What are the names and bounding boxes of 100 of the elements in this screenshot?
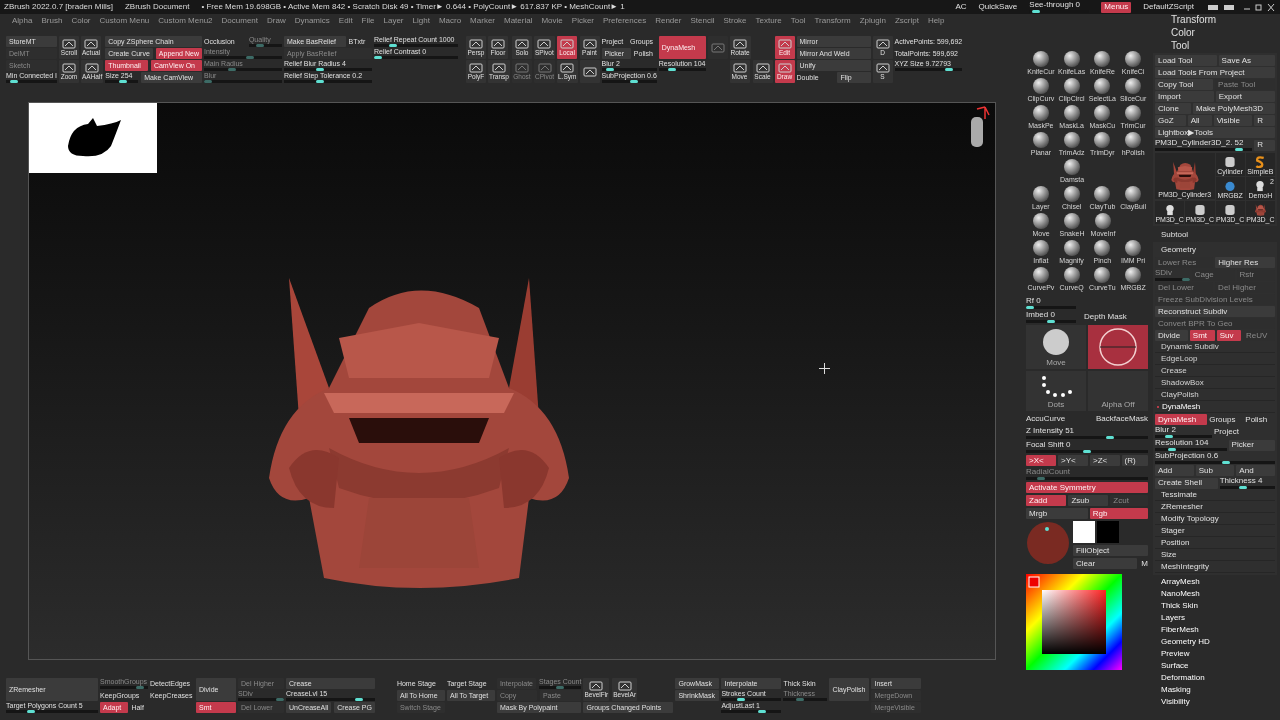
toolbar-button[interactable]: Clone (1155, 103, 1191, 114)
subpalette-header[interactable]: NanoMesh (1153, 588, 1277, 599)
subpalette-header[interactable]: Preview (1153, 648, 1277, 659)
toolbar-button[interactable]: Picker (1228, 439, 1275, 451)
subpalette-header[interactable]: ZRemesher (1155, 502, 1275, 513)
menu-item[interactable]: Help (927, 15, 945, 27)
toolbar-button[interactable]: Activate Symmetry (1026, 482, 1148, 493)
viewport[interactable] (28, 102, 996, 660)
toolbar-button[interactable]: Smt (1189, 330, 1215, 341)
slider-thumb[interactable] (1164, 435, 1173, 438)
window-controls-icon[interactable] (1206, 2, 1276, 12)
menu-item[interactable]: Tool (790, 15, 806, 27)
subpalette-header[interactable]: DynaMesh (1155, 402, 1275, 413)
subpalette-header[interactable]: FiberMesh (1153, 624, 1277, 635)
menu-item[interactable]: Stencil (690, 15, 715, 27)
slider-thumb[interactable] (354, 698, 363, 701)
subpalette-header[interactable]: ClayPolish (1155, 390, 1275, 401)
palette-header[interactable]: Color (1153, 27, 1277, 39)
menu-item[interactable]: Draw (267, 15, 286, 27)
fill-object-button[interactable]: FillObject (1073, 545, 1148, 556)
menu-item[interactable]: Stroke (723, 15, 747, 27)
menu-item[interactable]: Picker (571, 15, 595, 27)
depth-mask-tile[interactable] (1088, 325, 1148, 369)
subpalette-header[interactable]: ArrayMesh (1153, 576, 1277, 587)
subpalette-header[interactable]: Masking (1153, 684, 1277, 695)
tool-tile[interactable] (579, 60, 600, 83)
brush-tile[interactable]: Move (1026, 325, 1086, 369)
subpalette-header[interactable]: Layers (1153, 612, 1277, 623)
menu-item[interactable]: Color (71, 15, 91, 27)
menu-item[interactable]: Macro (438, 15, 462, 27)
toolbar-button[interactable]: And (1236, 465, 1275, 476)
toolbar-button[interactable]: Zadd (1026, 495, 1067, 506)
toolbar-button[interactable]: Higher Res (1215, 257, 1275, 268)
toolbar-button[interactable]: >Z< (1090, 455, 1120, 466)
slider-thumb[interactable] (119, 80, 127, 83)
menu-item[interactable]: Alpha (12, 15, 33, 27)
slider-thumb[interactable] (373, 56, 382, 59)
toolbar-button[interactable]: Create Shell (1155, 477, 1218, 489)
slider-thumb[interactable] (389, 44, 398, 47)
subpalette-header[interactable]: Crease (1155, 366, 1275, 377)
alpha-tile[interactable]: Alpha Off (1088, 371, 1148, 411)
toolbar-button[interactable]: Rgb (1089, 508, 1148, 519)
slider-thumb[interactable] (315, 80, 324, 83)
slider-thumb[interactable] (1026, 306, 1034, 309)
menu-item[interactable]: Render (655, 15, 682, 27)
subpalette-header[interactable]: Thick Skin (1153, 600, 1277, 611)
subpalette-header[interactable]: Position (1155, 538, 1275, 549)
menu-item[interactable]: Brush (41, 15, 63, 27)
menu-item[interactable]: Preferences (603, 15, 647, 27)
menu-item[interactable]: Custom Menu (99, 15, 150, 27)
menu-item[interactable]: Document (221, 15, 258, 27)
toolbar-button[interactable]: Add (1155, 465, 1194, 476)
stroke-tile[interactable]: Dots (1026, 371, 1086, 411)
subpalette-header[interactable]: Stager (1155, 526, 1275, 537)
slider-thumb[interactable] (1222, 461, 1231, 464)
menu-item[interactable]: Movie (541, 15, 563, 27)
menu-item[interactable]: Custom Menu2 (158, 15, 213, 27)
toolbar-button[interactable]: Load Tool (1155, 55, 1217, 66)
slider-thumb[interactable] (1047, 320, 1055, 323)
toolbar-button[interactable]: Divide (1155, 330, 1188, 341)
subpalette-header[interactable]: Modify Topology (1155, 514, 1275, 525)
toolbar-button[interactable]: Copy Tool (1155, 79, 1214, 90)
toolbar-button[interactable]: Sub (1195, 465, 1235, 476)
toolbar-button[interactable]: Save As (1218, 55, 1275, 66)
subpalette-header[interactable]: MeshIntegrity (1155, 562, 1275, 573)
color-picker[interactable] (1026, 574, 1122, 670)
slider-thumb[interactable] (1031, 10, 1040, 13)
main-color-swatch[interactable] (1073, 521, 1095, 543)
subpalette-header[interactable]: Visibility (1153, 696, 1277, 707)
slider-thumb[interactable] (757, 710, 766, 713)
menu-item[interactable]: Zplugin (859, 15, 886, 27)
toolbar-button[interactable]: Import (1155, 91, 1214, 102)
toolbar-button[interactable]: Lightbox▶Tools (1155, 127, 1275, 138)
subpalette-header[interactable]: ShadowBox (1155, 378, 1275, 389)
slider-thumb[interactable] (315, 68, 324, 71)
toolbar-button[interactable]: Export (1215, 91, 1275, 102)
toolbar-button[interactable]: Zsub (1068, 495, 1109, 506)
menu-item[interactable]: Dynamics (294, 15, 330, 27)
slider-thumb[interactable] (668, 68, 677, 71)
toolbar-button[interactable]: Menus (1101, 1, 1132, 13)
subpalette-header[interactable]: EdgeLoop (1155, 354, 1275, 365)
toolbar-button[interactable]: Visible (1213, 115, 1253, 126)
subpalette-header[interactable]: Surface (1153, 660, 1277, 671)
slider-thumb[interactable] (27, 710, 35, 713)
subpalette-header[interactable]: Deformation (1153, 672, 1277, 683)
slider-thumb[interactable] (606, 68, 615, 71)
menu-item[interactable]: Transform (814, 15, 851, 27)
slider-thumb[interactable] (1167, 448, 1176, 451)
toolbar-button[interactable]: Make PolyMesh3D (1192, 103, 1275, 114)
slider-thumb[interactable] (1235, 148, 1244, 151)
toolbar-button[interactable]: (R) (1121, 455, 1149, 466)
toolbar-button[interactable]: >Y< (1058, 455, 1089, 466)
toolbar-button[interactable]: DynaMesh (1155, 414, 1208, 425)
menu-item[interactable]: Light (412, 15, 430, 27)
slider-thumb[interactable] (1238, 486, 1247, 489)
slider-thumb[interactable] (1105, 436, 1114, 439)
menu-item[interactable]: Material (504, 15, 533, 27)
clear-button[interactable]: Clear (1073, 558, 1138, 569)
toolbar-button[interactable]: >X< (1026, 455, 1056, 466)
toolbar-button[interactable]: All (1187, 115, 1212, 126)
